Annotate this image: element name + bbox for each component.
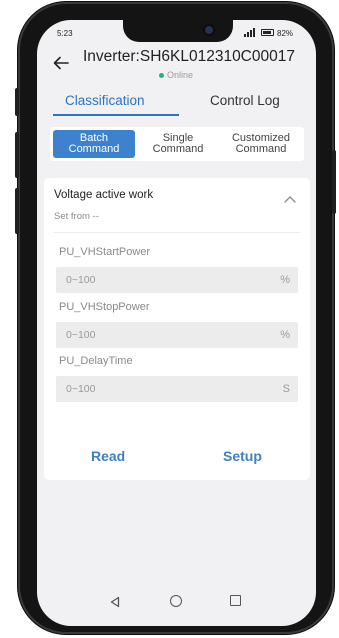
- active-tab-indicator: [53, 114, 179, 116]
- phone-screen: 5:23 82% Inverter:SH6KL012310C00017 Onli…: [37, 20, 316, 626]
- phone-volume-up-button: [15, 132, 19, 178]
- tab-bar: Classification Control Log: [37, 86, 316, 116]
- triangle-back-icon[interactable]: [109, 595, 121, 608]
- field-placeholder: 0~100: [66, 274, 96, 286]
- segment-customized-command[interactable]: Customized Command: [220, 130, 302, 158]
- field-unit: %: [280, 274, 290, 286]
- phone-notch: [123, 20, 233, 42]
- command-type-segment: Batch Command Single Command Customized …: [50, 127, 304, 161]
- phone-power-button: [332, 150, 336, 214]
- chevron-up-icon[interactable]: [284, 190, 296, 203]
- status-time: 5:23: [57, 29, 73, 38]
- field-label-delay-time: PU_DelayTime: [59, 355, 133, 367]
- square-recent-icon[interactable]: [230, 595, 241, 606]
- setup-button[interactable]: Setup: [223, 448, 262, 464]
- page-title: Inverter:SH6KL012310C00017: [83, 48, 295, 65]
- segment-single-command[interactable]: Single Command: [137, 130, 219, 158]
- device-status: Online: [159, 70, 193, 80]
- card-divider: [54, 232, 300, 233]
- phone-side-button: [15, 88, 19, 116]
- phone-volume-down-button: [15, 188, 19, 234]
- tab-control-log[interactable]: Control Log: [210, 93, 280, 108]
- signal-icon: [244, 28, 255, 37]
- front-camera: [205, 26, 213, 34]
- battery-percent: 82%: [277, 29, 294, 38]
- device-status-label: Online: [167, 70, 194, 80]
- card-title: Voltage active work: [54, 189, 154, 201]
- arrow-left-icon[interactable]: [53, 56, 71, 72]
- segment-batch-command[interactable]: Batch Command: [53, 130, 135, 158]
- circle-home-icon[interactable]: [170, 595, 182, 607]
- field-unit: S: [282, 383, 290, 395]
- tab-classification[interactable]: Classification: [65, 93, 145, 108]
- system-nav-bar: [37, 590, 316, 618]
- delay-time-input[interactable]: 0~100 S: [56, 376, 298, 402]
- vh-stop-power-input[interactable]: 0~100 %: [56, 322, 298, 348]
- field-placeholder: 0~100: [66, 329, 96, 341]
- online-dot-icon: [159, 72, 164, 78]
- field-label-vh-stop-power: PU_VHStopPower: [59, 301, 150, 313]
- read-button[interactable]: Read: [91, 448, 125, 464]
- field-label-vh-start-power: PU_VHStartPower: [59, 246, 151, 258]
- field-unit: %: [280, 329, 290, 341]
- set-from-text: Set from --: [54, 211, 99, 222]
- field-placeholder: 0~100: [66, 383, 96, 395]
- command-card: Voltage active work Set from -- PU_VHSta…: [44, 178, 310, 480]
- vh-start-power-input[interactable]: 0~100 %: [56, 267, 298, 293]
- battery-icon: [261, 29, 274, 36]
